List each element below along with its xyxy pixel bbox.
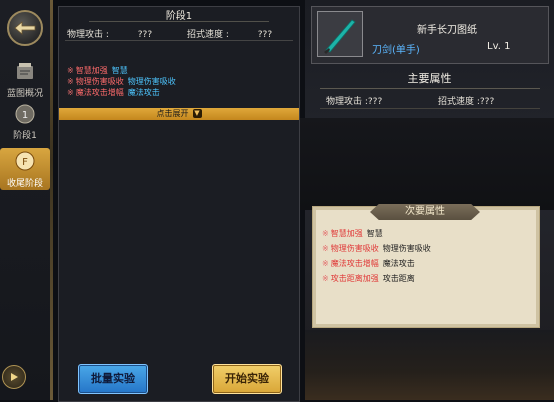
attr-name: 攻击距离加强 — [330, 274, 379, 283]
nav-item-final-stage[interactable]: F 收尾阶段 — [0, 148, 50, 190]
play-arrow-icon — [11, 373, 18, 381]
item-name: 新手长刀图纸 — [417, 25, 477, 36]
cross-icon: ※ — [67, 88, 74, 97]
stage-title: 阶段1 — [165, 11, 193, 22]
nav-label-blueprint-overview: 蓝图概况 — [6, 89, 43, 99]
attr-desc: 智慧 — [366, 229, 383, 238]
secondary-attr-row: ※ 攻击距离加强 攻击距离 — [322, 271, 431, 286]
stage-attr-list: ※ 智慧加强 智慧 ※ 物理伤害吸收 物理伤害吸收 ※ 魔法攻击增幅 魔法攻击 — [67, 65, 176, 98]
nav-label-final-stage: 收尾阶段 — [6, 179, 43, 189]
secondary-attrs-title: 次要属性 — [370, 204, 480, 220]
attr-name: 智慧加强 — [330, 229, 363, 238]
stat-label: 物理攻击 : — [67, 30, 109, 40]
attr-desc: 智慧 — [111, 66, 128, 75]
secondary-attr-row: ※ 魔法攻击增幅 魔法攻击 — [322, 256, 431, 271]
stat-label: 招式速度 : — [187, 30, 229, 40]
blade-icon[interactable] — [317, 11, 363, 57]
stage-stat-physical-attack: 物理攻击 : ??? — [67, 27, 152, 40]
main-stat-physical-attack: 物理攻击 :??? — [326, 94, 382, 107]
secondary-attr-list: ※ 智慧加强 智慧 ※ 物理伤害吸收 物理伤害吸收 ※ 魔法攻击增幅 魔法攻击 ※ 攻击距离加… — [322, 226, 431, 286]
secondary-attr-row: ※ 物理伤害吸收 物理伤害吸收 — [322, 241, 431, 256]
rail-divider — [50, 0, 53, 400]
cross-icon: ※ — [322, 244, 329, 253]
chevron-down-icon: ▼ — [192, 109, 202, 118]
secondary-attr-row: ※ 智慧加强 智慧 — [322, 226, 431, 241]
cross-icon: ※ — [67, 77, 74, 86]
background-scene — [305, 330, 554, 400]
main-attrs-bottom-divider — [320, 108, 540, 109]
cross-icon: ※ — [322, 274, 329, 283]
stat-label: 招式速度 : — [438, 97, 480, 107]
back-button[interactable] — [7, 10, 43, 46]
stage-icon: 1 — [13, 102, 37, 126]
cross-icon: ※ — [322, 259, 329, 268]
expand-rail-button[interactable] — [2, 365, 26, 389]
attr-name: 魔法攻击增幅 — [330, 259, 379, 268]
empty-frame — [300, 118, 554, 210]
expand-bar[interactable]: 点击展开 ▼ — [59, 108, 299, 120]
attr-row: ※ 智慧加强 智慧 — [67, 65, 176, 76]
main-attrs-title: 主要属性 — [407, 72, 452, 85]
stat-value: ??? — [137, 30, 153, 40]
stats-divider — [65, 40, 293, 41]
attr-desc: 物理伤害吸收 — [382, 244, 431, 253]
svg-text:F: F — [22, 157, 28, 168]
attr-desc: 魔法攻击 — [382, 259, 415, 268]
stage-stat-skill-speed: 招式速度 : ??? — [187, 27, 272, 40]
start-experiment-button[interactable]: 开始实验 — [212, 364, 282, 394]
item-level: Lv. 1 — [487, 41, 511, 52]
cross-icon: ※ — [67, 66, 74, 75]
nav-item-stage-1[interactable]: 1 阶段1 — [0, 102, 50, 141]
stat-label: 物理攻击 : — [326, 97, 368, 107]
attr-name: 智慧加强 — [75, 66, 108, 75]
stat-value: ??? — [367, 97, 383, 107]
svg-text:1: 1 — [22, 110, 28, 121]
item-card: 新手长刀图纸 刀剑(单手) Lv. 1 — [311, 6, 549, 64]
attr-row: ※ 物理伤害吸收 物理伤害吸收 — [67, 76, 176, 87]
attr-name: 物理伤害吸收 — [330, 244, 379, 253]
batch-experiment-button[interactable]: 批量实验 — [78, 364, 148, 394]
attr-desc: 魔法攻击 — [127, 88, 160, 97]
item-type: 刀剑(单手) — [372, 45, 420, 56]
blueprint-icon — [13, 60, 37, 84]
attr-name: 物理伤害吸收 — [75, 77, 124, 86]
title-divider — [89, 21, 269, 22]
final-stage-icon: F — [13, 150, 37, 174]
cross-icon: ※ — [322, 229, 329, 238]
main-attrs-divider — [320, 88, 540, 89]
back-arrow-icon — [14, 21, 36, 35]
attr-row: ※ 魔法攻击增幅 魔法攻击 — [67, 87, 176, 98]
attr-name: 魔法攻击增幅 — [75, 88, 124, 97]
stat-value: ??? — [479, 97, 495, 107]
stat-value: ??? — [257, 30, 273, 40]
expand-label: 点击展开 — [156, 109, 189, 118]
attr-desc: 物理伤害吸收 — [127, 77, 176, 86]
attr-desc: 攻击距离 — [382, 274, 415, 283]
nav-label-stage-1: 阶段1 — [13, 131, 37, 141]
nav-item-blueprint-overview[interactable]: 蓝图概况 — [0, 60, 50, 99]
stage-panel: 阶段1 物理攻击 : ??? 招式速度 : ??? ※ 智慧加强 智慧 ※ 物理伤害吸… — [58, 6, 300, 402]
main-stat-skill-speed: 招式速度 :??? — [438, 94, 494, 107]
